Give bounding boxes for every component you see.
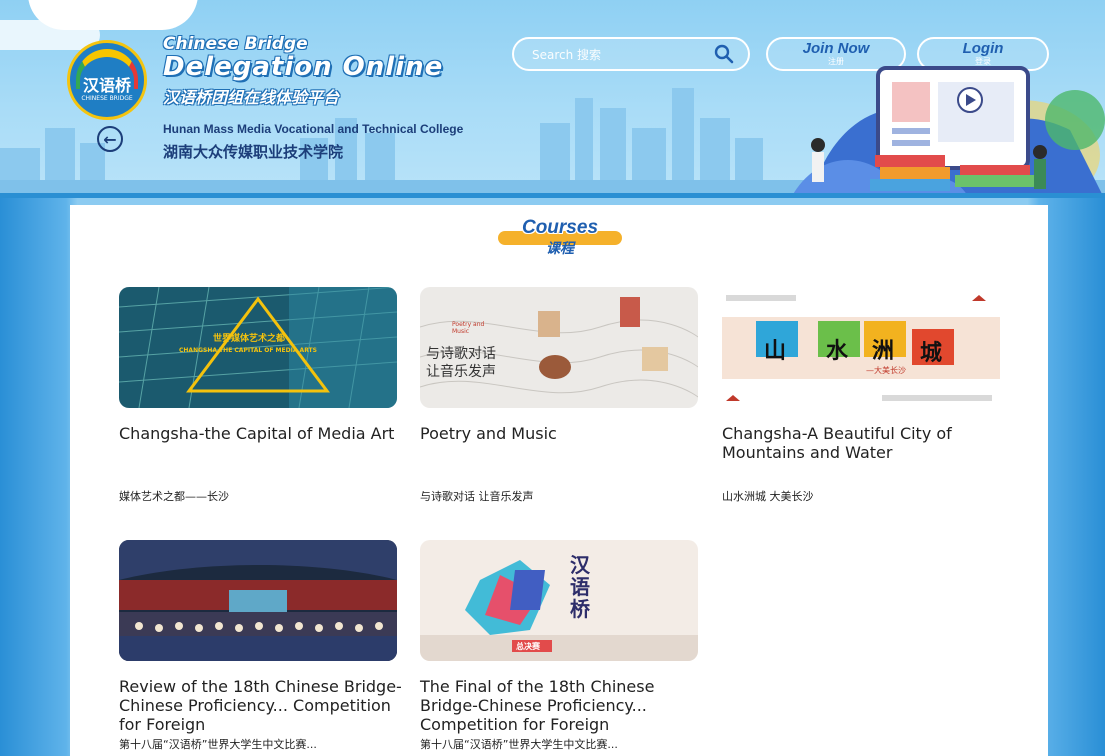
course-subtitle: 山水洲城 大美长沙 [722, 490, 814, 503]
course-thumbnail[interactable]: 世界媒体艺术之都 CHANGSHA THE CAPITAL OF MEDIA A… [119, 287, 397, 408]
site-title-line2: Delegation Online [163, 52, 444, 82]
section-title-chinese: 课程 [546, 241, 574, 257]
course-thumbnail-image [119, 540, 397, 661]
thumbnail-caption: 总决赛 [516, 642, 540, 651]
section-title: Courses 课程 [498, 217, 622, 257]
college-name-chinese: 湖南大众传媒职业技术学院 [163, 143, 344, 161]
login-label: Login [962, 40, 1004, 57]
thumbnail-char: 洲 [872, 339, 895, 364]
logo-chinese-text: 汉语桥 [82, 76, 131, 95]
thumbnail-caption: —大美长沙 [866, 366, 906, 375]
course-thumbnail[interactable] [119, 540, 397, 661]
thumbnail-char: 城 [920, 341, 943, 366]
course-subtitle: 与诗歌对话 让音乐发声 [420, 490, 534, 503]
thumbnail-caption-chinese: 与诗歌对话 让音乐发声 [426, 346, 496, 380]
back-arrow-icon[interactable]: ← [97, 126, 123, 152]
cloud-decoration [28, 0, 198, 30]
course-subtitle: 第十八届“汉语桥”世界大学生中文比赛... [420, 738, 618, 751]
course-title[interactable]: Changsha-the Capital of Media Art [119, 424, 404, 443]
page: 汉语桥 CHINESE BRIDGE Chinese Bridge Delega… [0, 0, 1105, 756]
logo-english-text: CHINESE BRIDGE [81, 95, 133, 102]
search-box[interactable] [512, 37, 750, 71]
thumbnail-char: 山 [764, 339, 787, 364]
thumbnail-caption-chinese: 世界媒体艺术之都 [213, 334, 286, 344]
site-title-line1: Chinese Bridge [163, 34, 308, 54]
thumbnail-caption-english: Poetry and Music [452, 321, 485, 335]
section-title-english: Courses [521, 217, 599, 238]
course-title[interactable]: Changsha-A Beautiful City of Mountains a… [722, 424, 1007, 462]
search-input[interactable] [530, 45, 704, 65]
course-thumbnail[interactable]: Poetry and Music 与诗歌对话 让音乐发声 [420, 287, 698, 408]
course-thumbnail-image [420, 540, 698, 661]
college-name-english: Hunan Mass Media Vocational and Technica… [163, 122, 464, 136]
course-subtitle: 媒体艺术之都——长沙 [119, 490, 229, 503]
join-now-label: Join Now [802, 40, 870, 57]
course-subtitle: 第十八届“汉语桥”世界大学生中文比赛... [119, 738, 317, 751]
thumbnail-caption-chinese: 汉语桥 [570, 553, 590, 621]
site-title-chinese: 汉语桥团组在线体验平台 [163, 88, 340, 107]
search-icon[interactable] [714, 44, 734, 64]
header-banner: 汉语桥 CHINESE BRIDGE Chinese Bridge Delega… [0, 0, 1105, 198]
chinese-bridge-logo[interactable]: 汉语桥 CHINESE BRIDGE [67, 40, 147, 120]
course-title[interactable]: Poetry and Music [420, 424, 705, 443]
thumbnail-caption-english: CHANGSHA THE CAPITAL OF MEDIA ARTS [179, 347, 317, 354]
course-title[interactable]: Review of the 18th Chinese Bridge-Chines… [119, 677, 404, 734]
course-title[interactable]: The Final of the 18th Chinese Bridge-Chi… [420, 677, 705, 734]
course-thumbnail[interactable]: 汉语桥 总决赛 [420, 540, 698, 661]
course-thumbnail[interactable]: 山 水 洲 城 —大美长沙 [722, 287, 1000, 408]
online-learning-illustration [791, 66, 1105, 198]
thumbnail-char: 水 [826, 339, 849, 364]
